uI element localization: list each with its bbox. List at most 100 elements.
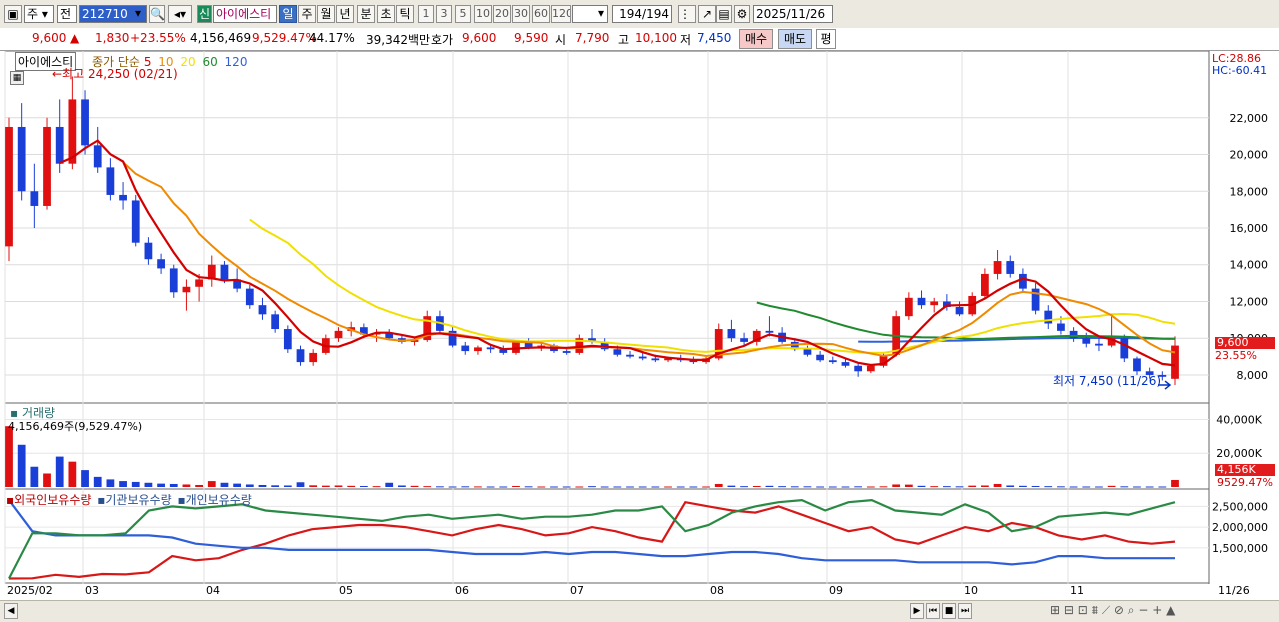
- volume-bar: [436, 486, 444, 488]
- volume-tag: 4,156K: [1215, 464, 1275, 476]
- calculator-icon[interactable]: ▦: [10, 71, 24, 85]
- stock-name-field[interactable]: 아이에스티: [213, 5, 277, 23]
- volume-bar: [841, 486, 850, 488]
- new-badge: 신: [197, 5, 212, 23]
- interval-button-120[interactable]: 120: [551, 5, 571, 23]
- tab-timeframe-4[interactable]: 분: [357, 5, 375, 23]
- volume-bar: [309, 485, 318, 487]
- buy-button[interactable]: 매수: [739, 29, 773, 49]
- interval-button-60[interactable]: 60: [532, 5, 550, 23]
- grid-icon[interactable]: ⋮⋮: [678, 5, 696, 23]
- tab-timeframe-5[interactable]: 초: [377, 5, 395, 23]
- volume-pct-tag: 9529.47%: [1217, 476, 1273, 489]
- holdings-tick-label: 2,500,000: [1212, 500, 1268, 513]
- last-price-tag: 9,600: [1215, 337, 1275, 349]
- ma-legend-60: 60: [202, 55, 222, 69]
- last-icon[interactable]: ⏭: [958, 603, 972, 619]
- tab-timeframe-3[interactable]: 년: [336, 5, 354, 23]
- scroll-right-icon[interactable]: ▶: [910, 603, 924, 619]
- candle-body: [131, 200, 140, 243]
- save-icon[interactable]: ▤: [716, 5, 732, 23]
- candle-body: [613, 349, 622, 355]
- volume-bar: [575, 486, 584, 488]
- search-icon[interactable]: 🔍: [149, 5, 165, 23]
- code-dropdown-icon[interactable]: ▾: [130, 5, 146, 23]
- interval-button-30[interactable]: 30: [512, 5, 530, 23]
- candle-body: [1095, 343, 1103, 346]
- sell-button[interactable]: 매도: [778, 29, 812, 49]
- stop-icon[interactable]: ■: [942, 603, 956, 619]
- price-tick-label: 20,000: [1230, 149, 1269, 162]
- volume-bar: [385, 482, 394, 487]
- candle-body: [68, 99, 77, 164]
- candle-body: [740, 338, 748, 342]
- eval-button[interactable]: 평: [816, 29, 836, 49]
- volume-bar: [917, 485, 926, 487]
- volume-bar: [765, 485, 774, 487]
- price-tick-label: 12,000: [1230, 295, 1269, 308]
- count-field[interactable]: 194/194: [612, 5, 672, 23]
- volume-bar: [828, 486, 837, 488]
- candle-body: [727, 329, 736, 339]
- price-tick-label: 22,000: [1230, 112, 1269, 125]
- interval-button-20[interactable]: 20: [493, 5, 511, 23]
- holdings-tick-label: 1,500,000: [1212, 542, 1268, 555]
- x-axis-end-date: 11/26: [1218, 584, 1250, 597]
- x-tick-label: 2025/02: [7, 584, 53, 597]
- volume-bar: [486, 486, 495, 488]
- tab-timeframe-1[interactable]: 주: [298, 5, 316, 23]
- candle-body: [334, 330, 343, 339]
- volume-bar: [347, 485, 356, 487]
- volume-bar: [182, 484, 191, 487]
- gear-icon[interactable]: ⚙: [734, 5, 750, 23]
- interval-button-10[interactable]: 10: [474, 5, 492, 23]
- candle-body: [841, 362, 850, 366]
- candle-body: [157, 259, 165, 269]
- volume-bar: [651, 486, 660, 488]
- layout-icon[interactable]: ▣: [4, 5, 22, 23]
- candle-body: [5, 126, 13, 247]
- volume-bar: [359, 485, 368, 487]
- turnover-value: 44.17%: [309, 31, 355, 45]
- interval-button-1[interactable]: 1: [418, 5, 434, 23]
- speaker-icon[interactable]: ◂▾: [168, 5, 192, 23]
- bottom-scrollbar[interactable]: ◀ ▶ ⏮ ■ ⏭ ⊞ ⊟ ⊡ ⩩ ⟋ ⊘ ⌕ − + ▲: [0, 600, 1279, 622]
- x-tick-label: 08: [710, 584, 724, 597]
- interval-button-5[interactable]: 5: [455, 5, 471, 23]
- first-icon[interactable]: ⏮: [926, 603, 940, 619]
- scroll-left-icon[interactable]: ◀: [4, 603, 18, 619]
- volume-bar: [296, 482, 305, 487]
- candle-body: [182, 286, 191, 293]
- interval-button-3[interactable]: 3: [436, 5, 452, 23]
- tab-timeframe-2[interactable]: 월: [317, 5, 335, 23]
- volume-bar: [423, 486, 432, 488]
- date-field[interactable]: 2025/11/26: [753, 5, 833, 23]
- x-axis: 2025/02 03 04 05 06 07 08 09 10 11: [0, 584, 1210, 599]
- prev-select[interactable]: 전: [57, 5, 77, 23]
- candle-body: [638, 356, 647, 359]
- stock-chart[interactable]: 22,00020,00018,00016,00014,00012,00010,0…: [0, 51, 1279, 601]
- volume-bar: [220, 482, 229, 487]
- interval-dropdown-icon[interactable]: ▾: [594, 5, 608, 23]
- tab-timeframe-6[interactable]: 틱: [396, 5, 414, 23]
- high-value: 10,100: [635, 31, 677, 45]
- x-tick-label: 04: [206, 584, 220, 597]
- candle-body: [474, 347, 482, 352]
- period-select[interactable]: 주 ▾: [24, 5, 54, 23]
- drawing-tools[interactable]: ⊞ ⊟ ⊡ ⩩ ⟋ ⊘ ⌕ − + ▲: [1050, 603, 1175, 618]
- tab-timeframe-0[interactable]: 일: [279, 5, 297, 23]
- candle-body: [271, 314, 280, 330]
- volume-bar: [588, 486, 596, 488]
- volume-bar: [68, 461, 77, 487]
- volume-bar: [474, 486, 482, 488]
- candle-body: [981, 273, 989, 296]
- up-arrow-icon: ▲: [70, 31, 80, 45]
- volume-bar: [727, 485, 736, 487]
- line-tool-icon[interactable]: ↗: [698, 5, 716, 23]
- volume-value: 4,156,469: [190, 31, 252, 45]
- hc-label: HC:-60.41: [1212, 64, 1268, 77]
- volume-bar: [207, 481, 216, 487]
- high-label: 고: [618, 33, 630, 47]
- low-annotation: 최저 7,450 (11/26): [1053, 374, 1162, 388]
- hoga-bid: 9,590: [514, 31, 549, 45]
